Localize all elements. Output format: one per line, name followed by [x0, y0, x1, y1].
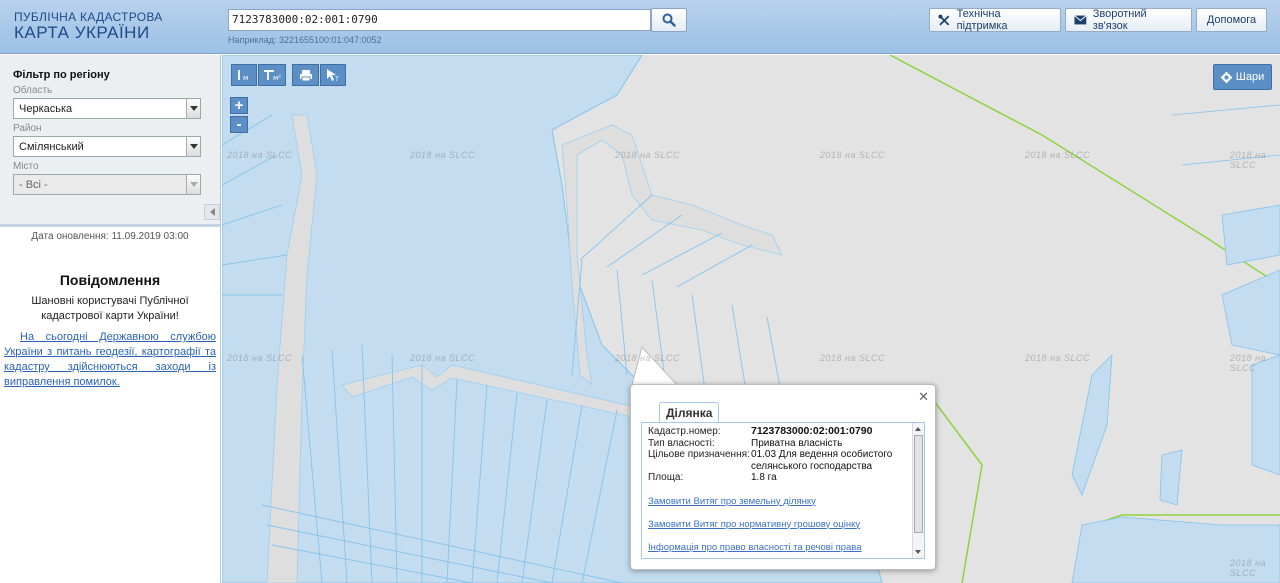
layers-button[interactable]: Шари: [1213, 64, 1272, 90]
ownership-info-link[interactable]: Інформація про право власності та речові…: [648, 542, 918, 553]
zoom-out-button[interactable]: -: [230, 116, 248, 133]
watermark: 2018 на SLCC: [1230, 150, 1266, 170]
area-measure-button[interactable]: м²: [258, 64, 286, 86]
region-select[interactable]: Черкаська: [13, 98, 201, 119]
header: ПУБЛІЧНА КАДАСТРОВА КАРТА УКРАЇНИ 712378…: [0, 0, 1280, 54]
envelope-icon: [1074, 15, 1087, 25]
search-icon: [662, 13, 676, 27]
watermark: 2018 на SLCC: [1230, 353, 1266, 373]
watermark: 2018 на SLCC: [227, 150, 292, 160]
sidebar: Фільтр по регіону Область Черкаська Райо…: [0, 55, 221, 583]
area-measure-icon: м²: [264, 70, 281, 82]
svg-text:м: м: [243, 74, 248, 82]
filter-title: Фільтр по регіону: [13, 69, 110, 81]
map-view[interactable]: 2018 на SLCC 2018 на SLCC 2018 на SLCC 2…: [222, 55, 1280, 583]
order-valuation-link[interactable]: Замовити Витяг про нормативну грошову оц…: [648, 519, 918, 530]
parcel-popup: ✕ Ділянка Кадастр.номер: 7123783000:02:0…: [630, 384, 936, 570]
watermark: 2018 на SLCC: [410, 150, 475, 160]
scroll-down-icon[interactable]: [915, 550, 921, 554]
region-filter: Фільтр по регіону Область Черкаська Райо…: [0, 55, 220, 227]
svg-text:м²: м²: [273, 74, 281, 82]
region-label: Область: [13, 85, 53, 96]
city-value: - Всі -: [19, 179, 48, 191]
info-row-purpose: Цільове призначення: 01.03 Для ведення о…: [648, 449, 916, 472]
order-extract-link[interactable]: Замовити Витяг про земельну ділянку: [648, 496, 918, 507]
info-row-cadastral: Кадастр.номер: 7123783000:02:001:0790: [648, 425, 918, 438]
notice-title: Повідомлення: [59, 272, 161, 288]
district-select[interactable]: Смілянський: [13, 136, 201, 157]
close-icon[interactable]: ✕: [918, 389, 929, 405]
chevron-down-icon[interactable]: [186, 99, 200, 118]
logo-line2: КАРТА УКРАЇНИ: [14, 23, 150, 42]
svg-text:?: ?: [335, 75, 339, 82]
feedback-label: Зворотний зв'язок: [1092, 8, 1147, 32]
update-date: Дата оновлення: 11.09.2019 03:00: [31, 231, 189, 242]
support-label: Технічна підтримка: [956, 8, 1008, 32]
collapse-sidebar-button[interactable]: [204, 204, 220, 220]
info-row-ownership: Тип власності: Приватна власність: [648, 438, 918, 450]
notice-body: Шановні користувачі Публічної кадастрово…: [31, 295, 189, 322]
chevron-down-icon: [186, 175, 200, 194]
search-button[interactable]: [651, 8, 687, 32]
info-value: Приватна власність: [751, 437, 843, 449]
popup-scrollbar[interactable]: [912, 423, 924, 558]
identify-button[interactable]: ?: [320, 64, 346, 86]
support-button[interactable]: Технічна підтримка: [929, 8, 1061, 32]
zoom-in-button[interactable]: +: [230, 97, 248, 114]
watermark: 2018 на SLCC: [820, 150, 885, 160]
print-icon: [299, 69, 312, 81]
logo-line1: ПУБЛІЧНА КАДАСТРОВА: [14, 10, 163, 24]
info-row-area: Площа: 1.8 га: [648, 472, 918, 484]
tools-icon: [938, 14, 950, 26]
watermark: 2018 на SLCC: [1230, 558, 1266, 578]
info-value: 7123783000:02:001:0790: [751, 425, 873, 437]
print-button[interactable]: [292, 64, 319, 86]
popup-content: Кадастр.номер: 7123783000:02:001:0790 Ти…: [641, 422, 925, 559]
help-button[interactable]: Допомога: [1196, 8, 1267, 32]
tab-parcel[interactable]: Ділянка: [659, 402, 720, 422]
info-key: Тип власності:: [648, 437, 715, 449]
search-input[interactable]: 7123783000:02:001:0790: [228, 9, 651, 31]
watermark: 2018 на SLCC: [820, 353, 885, 363]
info-value: 01.03 Для ведення особистого селянського…: [751, 449, 893, 472]
district-label: Район: [13, 123, 42, 134]
identify-icon: ?: [327, 69, 339, 82]
search-hint: Наприклад: 3221655100:01:047:0052: [228, 35, 382, 45]
feedback-button[interactable]: Зворотний зв'язок: [1065, 8, 1192, 32]
watermark: 2018 на SLCC: [1025, 150, 1090, 160]
info-key: Цільове призначення:: [648, 449, 750, 460]
city-label: Місто: [13, 161, 39, 172]
notice-link[interactable]: На сьогодні Державною службою України з …: [0, 330, 220, 390]
help-label: Допомога: [1206, 14, 1257, 26]
watermark: 2018 на SLCC: [615, 353, 680, 363]
site-logo[interactable]: ПУБЛІЧНА КАДАСТРОВА КАРТА УКРАЇНИ: [14, 10, 163, 43]
scroll-thumb[interactable]: [914, 435, 923, 533]
scroll-up-icon[interactable]: [915, 427, 921, 431]
city-select[interactable]: - Всі -: [13, 174, 201, 195]
ruler-tool-button[interactable]: м: [231, 64, 257, 86]
chevron-down-icon[interactable]: [186, 137, 200, 156]
ruler-icon: м: [238, 70, 248, 82]
info-key: Площа:: [648, 472, 684, 483]
region-value: Черкаська: [19, 103, 73, 115]
info-key: Кадастр.номер:: [648, 426, 721, 437]
watermark: 2018 на SLCC: [227, 353, 292, 363]
gear-icon: [1220, 71, 1232, 83]
watermark: 2018 на SLCC: [615, 150, 680, 160]
info-value: 1.8 га: [751, 472, 777, 483]
district-value: Смілянський: [19, 141, 84, 153]
watermark: 2018 на SLCC: [1025, 353, 1090, 363]
watermark: 2018 на SLCC: [410, 353, 475, 363]
layers-label: Шари: [1235, 71, 1265, 83]
